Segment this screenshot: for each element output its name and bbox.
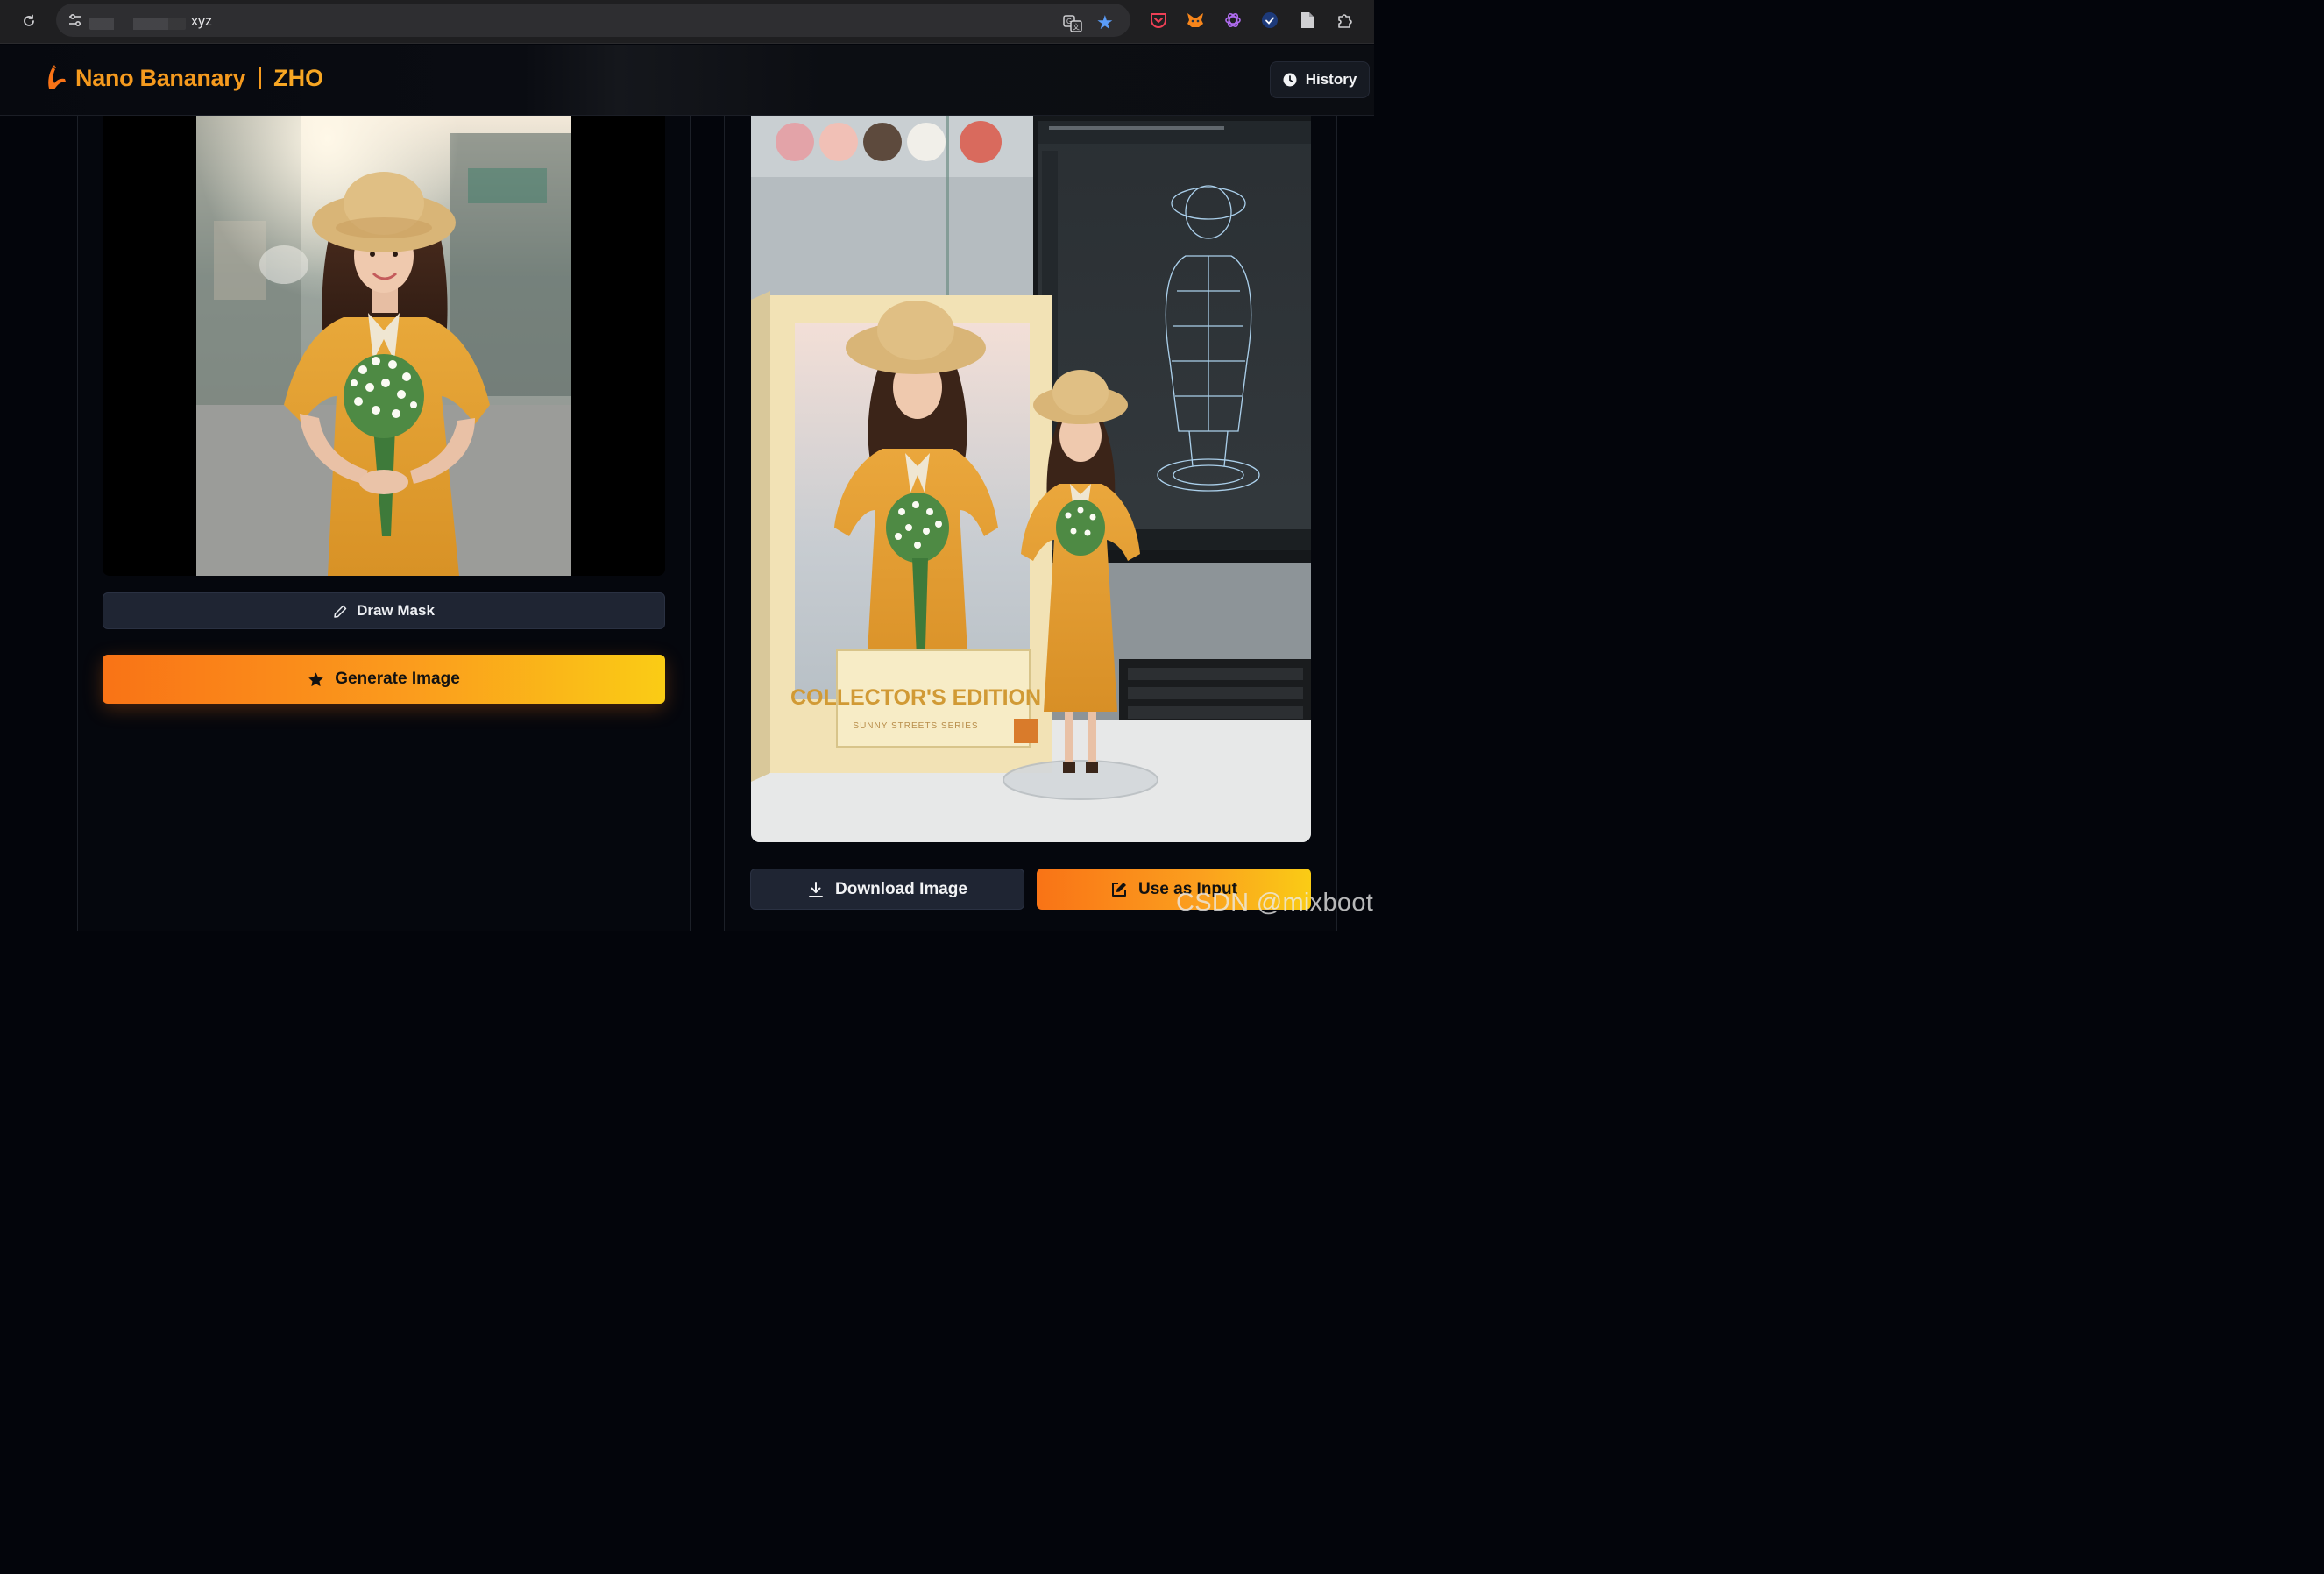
pocket-icon[interactable] xyxy=(1147,9,1170,32)
blurred-domain xyxy=(89,18,186,30)
box-series: SUNNY STREETS SERIES xyxy=(853,721,978,731)
history-label: History xyxy=(1305,71,1357,88)
download-image-label: Download Image xyxy=(835,879,967,898)
browser-toolbar: xyz 文G ★ xyxy=(0,0,1374,44)
brand-divider xyxy=(259,67,262,89)
todo-check-icon[interactable] xyxy=(1258,9,1281,32)
site-settings-icon[interactable] xyxy=(65,10,86,31)
brand-name: Nano Bananary xyxy=(75,64,246,91)
history-button[interactable]: History xyxy=(1270,61,1370,98)
extensions-icon[interactable] xyxy=(1334,9,1357,32)
clock-icon xyxy=(1283,73,1297,87)
input-image-frame xyxy=(103,116,665,576)
banana-logo-icon xyxy=(48,65,66,89)
watermark-text: CSDN @mixboot xyxy=(1176,889,1374,917)
generate-image-label: Generate Image xyxy=(335,670,460,688)
svg-text:文: 文 xyxy=(1073,23,1080,32)
box-title: COLLECTOR'S EDITION xyxy=(790,685,1041,710)
pencil-icon xyxy=(334,605,347,618)
app-logo[interactable]: Nano Bananary ZHO xyxy=(44,64,323,92)
download-icon xyxy=(809,881,824,897)
draw-mask-label: Draw Mask xyxy=(357,602,435,619)
generate-image-button[interactable]: Generate Image xyxy=(103,655,665,704)
input-photo xyxy=(196,116,571,576)
url-text: xyz xyxy=(191,14,212,29)
openai-icon[interactable] xyxy=(1222,9,1244,32)
translate-icon[interactable]: 文G xyxy=(1062,14,1083,33)
output-photo: COLLECTOR'S EDITION SUNNY STREETS SERIES xyxy=(751,116,1311,842)
download-image-button[interactable]: Download Image xyxy=(750,869,1024,910)
app-header: Nano Bananary ZHO History xyxy=(0,45,1374,116)
star-icon xyxy=(308,671,323,686)
edit-icon xyxy=(1112,882,1126,897)
draw-mask-button[interactable]: Draw Mask xyxy=(103,592,665,629)
svg-text:G: G xyxy=(1066,18,1072,25)
brand-sub: ZHO xyxy=(273,64,324,91)
document-icon[interactable] xyxy=(1296,9,1319,32)
address-bar[interactable]: xyz 文G ★ xyxy=(56,4,1130,37)
bookmark-star-icon[interactable]: ★ xyxy=(1096,12,1114,33)
metamask-icon[interactable] xyxy=(1184,9,1207,32)
reload-icon[interactable] xyxy=(18,10,40,32)
output-image-frame: COLLECTOR'S EDITION SUNNY STREETS SERIES xyxy=(751,116,1311,842)
